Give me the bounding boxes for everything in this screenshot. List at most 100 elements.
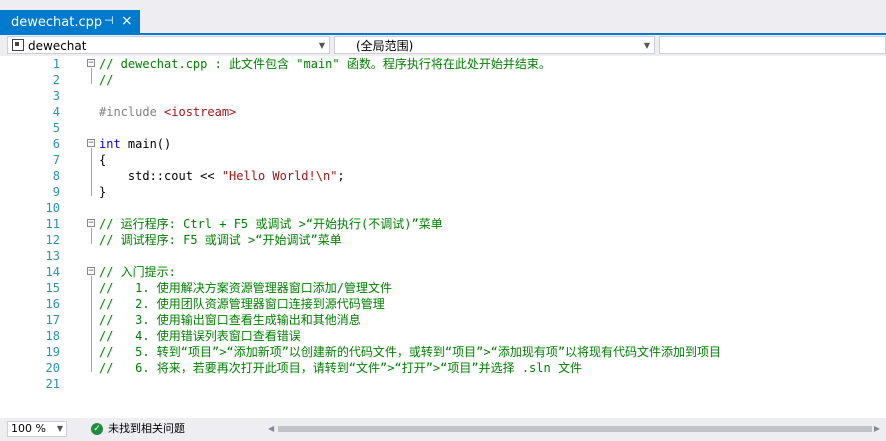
- close-icon[interactable]: ×: [121, 13, 133, 29]
- line-number: 11: [45, 217, 60, 231]
- token-comment: // 调试程序: F5 或调试 >“开始调试”菜单: [99, 233, 342, 247]
- code-line[interactable]: 9}: [0, 184, 886, 200]
- code-line[interactable]: 1 −// dewechat.cpp : 此文件包含 "main" 函数。程序执行…: [0, 56, 886, 72]
- member-dropdown[interactable]: [659, 36, 886, 54]
- code-text: int main(): [99, 136, 171, 152]
- project-dropdown[interactable]: dewechat ▼: [7, 36, 330, 54]
- navigation-bar: dewechat ▼ (全局范围) ▼: [0, 35, 886, 56]
- collapse-icon[interactable]: −: [87, 267, 95, 276]
- code-line[interactable]: 21: [0, 376, 886, 392]
- horizontal-scrollbar[interactable]: ◀ ▶: [268, 424, 880, 434]
- issues-indicator[interactable]: ✓ 未找到相关问题: [91, 422, 185, 436]
- line-number: 20: [45, 361, 60, 375]
- line-number: 21: [45, 377, 60, 391]
- code-text: // 1. 使用解决方案资源管理器窗口添加/管理文件: [99, 280, 392, 296]
- scroll-left-icon[interactable]: ◀: [268, 424, 274, 433]
- token-str: <iostream>: [164, 105, 237, 119]
- token-comment: // dewechat.cpp : 此文件包含 "main" 函数。程序执行将在…: [99, 57, 551, 71]
- line-number: 15: [45, 281, 60, 295]
- line-number: 7: [52, 153, 60, 167]
- code-line[interactable]: 5: [0, 120, 886, 136]
- code-line[interactable]: 13: [0, 248, 886, 264]
- code-line[interactable]: 8 std::cout << "Hello World!\n";: [0, 168, 886, 184]
- issues-text: 未找到相关问题: [108, 422, 185, 435]
- code-line[interactable]: 3: [0, 88, 886, 104]
- token-pre: #include: [99, 105, 165, 119]
- code-line[interactable]: 20 // 6. 将来，若要再次打开此项目，请转到“文件”>“打开”>“项目”并选…: [0, 360, 886, 376]
- token-comment: // 3. 使用输出窗口查看生成输出和其他消息: [99, 313, 361, 327]
- chevron-down-icon: ▼: [318, 41, 325, 50]
- code-text: // 入门提示:: [99, 264, 176, 280]
- code-line[interactable]: 12 // 调试程序: F5 或调试 >“开始调试”菜单: [0, 232, 886, 248]
- token-txt: main(): [120, 137, 172, 151]
- chevron-down-icon: ▼: [56, 424, 63, 433]
- line-number: 8: [52, 169, 60, 183]
- token-comment: // 运行程序: Ctrl + F5 或调试 >“开始执行(不调试)”菜单: [99, 217, 443, 231]
- line-number: 18: [45, 329, 60, 343]
- collapse-icon[interactable]: −: [87, 139, 95, 148]
- token-txt: ;: [337, 169, 345, 183]
- code-line[interactable]: 14 −// 入门提示:: [0, 264, 886, 280]
- collapse-icon[interactable]: −: [87, 59, 95, 68]
- fold-guide: [91, 276, 92, 372]
- line-number: 3: [52, 89, 60, 103]
- line-number: 16: [45, 297, 60, 311]
- code-editor[interactable]: 1−// dewechat.cpp : 此文件包含 "main" 函数。程序执行…: [0, 56, 886, 418]
- zoom-level: 100 %: [11, 422, 46, 435]
- code-line[interactable]: 11 −// 运行程序: Ctrl + F5 或调试 >“开始执行(不调试)”菜单: [0, 216, 886, 232]
- scroll-right-icon[interactable]: ▶: [874, 424, 880, 433]
- code-line[interactable]: 16 // 2. 使用团队资源管理器窗口连接到源代码管理: [0, 296, 886, 312]
- code-line[interactable]: 7{: [0, 152, 886, 168]
- code-text: // dewechat.cpp : 此文件包含 "main" 函数。程序执行将在…: [99, 56, 551, 72]
- token-comment: // 1. 使用解决方案资源管理器窗口添加/管理文件: [99, 281, 393, 295]
- fold-guide: [91, 68, 92, 84]
- code-line[interactable]: 18 // 4. 使用错误列表窗口查看错误: [0, 328, 886, 344]
- code-line[interactable]: 17 // 3. 使用输出窗口查看生成输出和其他消息: [0, 312, 886, 328]
- line-number: 1: [52, 57, 60, 71]
- token-comment: // 6. 将来，若要再次打开此项目，请转到“文件”>“打开”>“项目”并选择 …: [99, 361, 582, 375]
- line-number: 4: [52, 105, 60, 119]
- code-line[interactable]: 4 #include <iostream>: [0, 104, 886, 120]
- code-line[interactable]: 10: [0, 200, 886, 216]
- chevron-down-icon: ▼: [643, 41, 650, 50]
- scope-dropdown[interactable]: (全局范围) ▼: [334, 36, 655, 54]
- line-number: 13: [45, 249, 60, 263]
- line-number: 2: [52, 73, 60, 87]
- code-text: // 调试程序: F5 或调试 >“开始调试”菜单: [99, 232, 342, 248]
- project-icon: [12, 39, 24, 51]
- code-line[interactable]: 2 //: [0, 72, 886, 88]
- token-comment: //: [99, 73, 114, 87]
- token-txt: {: [99, 153, 107, 167]
- code-text: // 3. 使用输出窗口查看生成输出和其他消息: [99, 312, 361, 328]
- token-str: "Hello World!\n": [221, 169, 338, 183]
- line-number: 14: [45, 265, 60, 279]
- project-name: dewechat: [28, 39, 87, 53]
- zoom-dropdown[interactable]: 100 % ▼: [7, 421, 67, 437]
- code-text: // 5. 转到“项目”>“添加新项”以创建新的代码文件，或转到“项目”>“添加…: [99, 344, 721, 360]
- line-number: 9: [52, 185, 60, 199]
- line-number: 17: [45, 313, 60, 327]
- code-text: {: [99, 152, 106, 168]
- collapse-icon[interactable]: −: [87, 219, 95, 228]
- editor-status-bar: 100 % ▼ ✓ 未找到相关问题 ◀ ▶: [0, 418, 886, 441]
- tab-title: dewechat.cpp: [11, 14, 103, 30]
- code-text: std::cout << "Hello World!\n";: [99, 168, 345, 184]
- token-comment: // 5. 转到“项目”>“添加新项”以创建新的代码文件，或转到“项目”>“添加…: [99, 345, 722, 359]
- token-comment: // 2. 使用团队资源管理器窗口连接到源代码管理: [99, 297, 385, 311]
- pin-icon[interactable]: ⊣: [104, 14, 114, 27]
- code-line[interactable]: 6 − int main(): [0, 136, 886, 152]
- document-tab-bar: dewechat.cpp ⊣ ×: [0, 0, 886, 35]
- scope-label: (全局范围): [356, 39, 414, 53]
- line-number: 6: [52, 137, 60, 151]
- code-text: // 4. 使用错误列表窗口查看错误: [99, 328, 301, 344]
- check-icon: ✓: [91, 423, 103, 435]
- code-text: // 6. 将来，若要再次打开此项目，请转到“文件”>“打开”>“项目”并选择 …: [99, 360, 582, 376]
- code-line[interactable]: 15 // 1. 使用解决方案资源管理器窗口添加/管理文件: [0, 280, 886, 296]
- document-tab[interactable]: dewechat.cpp ⊣ ×: [0, 10, 140, 34]
- line-number: 12: [45, 233, 60, 247]
- line-number: 5: [52, 121, 60, 135]
- code-line[interactable]: 19 // 5. 转到“项目”>“添加新项”以创建新的代码文件，或转到“项目”>“…: [0, 344, 886, 360]
- line-number: 19: [45, 345, 60, 359]
- token-kw: int: [99, 137, 121, 151]
- scrollbar-thumb[interactable]: [278, 426, 872, 432]
